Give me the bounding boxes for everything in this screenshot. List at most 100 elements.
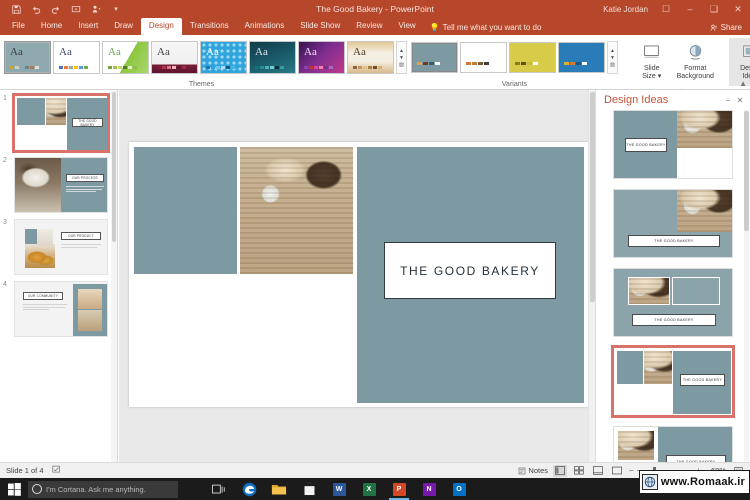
panel-close-icon[interactable]: ✕ [734, 96, 746, 105]
variant-swatches [417, 62, 440, 65]
slide-photo-bread[interactable] [240, 147, 353, 274]
variant-thumbnail[interactable] [558, 42, 605, 73]
variants-group-label: Variants [501, 81, 528, 88]
themes-gallery-more-button[interactable]: ▲ ▼ ▧ [396, 41, 407, 74]
theme-thumbnail[interactable]: Aa [347, 41, 394, 74]
redo-icon[interactable] [46, 1, 66, 18]
view-slide-show-button[interactable] [610, 465, 624, 477]
panel-options-icon[interactable]: − [722, 96, 734, 105]
slide-title-box[interactable]: THE GOOD BAKERY [384, 242, 556, 299]
edge-icon[interactable] [234, 478, 264, 500]
variants-gallery-more-button[interactable]: ▲ ▼ ▧ [607, 41, 618, 74]
undo-icon[interactable] [26, 1, 46, 18]
user-account-name[interactable]: Katie Jordan [603, 5, 654, 14]
design-idea-4[interactable]: THE GOOD BAKERY [611, 345, 735, 418]
canvas-scrollbar[interactable] [588, 90, 595, 462]
variant-thumbnail[interactable] [509, 42, 556, 73]
outlook-icon[interactable]: O [444, 478, 474, 500]
format-background-button[interactable]: Format Background [674, 38, 718, 86]
slide-thumbnail-1[interactable]: 1 THE GOOD BAKERY [3, 93, 111, 153]
tab-slide-show[interactable]: Slide Show [292, 18, 348, 35]
theme-thumbnail[interactable]: Aa [4, 41, 51, 74]
notes-icon [519, 467, 526, 474]
theme-preview-text: Aa [108, 46, 121, 58]
slide-panel-scrollbar[interactable] [111, 90, 117, 462]
variants-group: ▲ ▼ ▧ Variants [407, 35, 622, 90]
start-presentation-icon[interactable] [66, 1, 86, 18]
cortana-icon [32, 484, 42, 494]
theme-thumbnail[interactable]: Aa [102, 41, 149, 74]
theme-thumbnail[interactable]: Aa [53, 41, 100, 74]
themes-gallery: Aa Aa Aa Aa Aa Aa Aa Aa ▲ ▼ ▧ [4, 41, 407, 74]
design-idea-2[interactable]: THE GOOD BAKERY [613, 189, 733, 258]
mini-title-label: OUR PROCESS [66, 174, 104, 182]
design-idea-3[interactable]: THE GOOD BAKERY [613, 268, 733, 337]
tab-view[interactable]: View [391, 18, 424, 35]
customize-qat-icon[interactable]: ▾ [106, 1, 126, 18]
close-icon[interactable]: ✕ [726, 0, 750, 18]
status-left: Slide 1 of 4 [0, 465, 61, 476]
notes-button[interactable]: Notes [518, 466, 548, 475]
view-slide-sorter-button[interactable] [572, 465, 586, 477]
slide-counter[interactable]: Slide 1 of 4 [6, 466, 44, 475]
current-slide[interactable]: THE GOOD BAKERY [129, 142, 589, 407]
theme-preview-text: Aa [157, 46, 170, 58]
design-ideas-icon [742, 40, 750, 64]
tab-design[interactable]: Design [140, 18, 182, 35]
save-icon[interactable] [6, 1, 26, 18]
design-ideas-scrollbar[interactable] [744, 110, 749, 462]
ribbon-display-options-icon[interactable]: ☐ [654, 0, 678, 18]
tab-draw[interactable]: Draw [106, 18, 141, 35]
share-button[interactable]: Share [706, 22, 746, 33]
mini-photo-community-2 [78, 310, 102, 331]
slide-photo-macarons[interactable] [134, 277, 353, 403]
tell-me-box[interactable]: 💡 Tell me what you want to do [424, 20, 548, 35]
theme-thumbnail[interactable]: Aa [151, 41, 198, 74]
collapse-ribbon-icon[interactable]: ▲ [739, 79, 747, 88]
tab-animations[interactable]: Animations [237, 18, 293, 35]
slide-thumbnail-3[interactable]: 3 OUR PRODUCT [3, 219, 111, 275]
cortana-search-box[interactable]: I'm Cortana. Ask me anything. [28, 480, 178, 498]
spell-check-icon[interactable] [51, 465, 61, 476]
powerpoint-icon[interactable]: P [384, 478, 414, 500]
touch-mode-icon[interactable] [86, 1, 106, 18]
variant-thumbnail[interactable] [460, 42, 507, 73]
tab-home[interactable]: Home [33, 18, 70, 35]
file-explorer-icon[interactable] [264, 478, 294, 500]
slide-thumbnail-4[interactable]: 4 OUR COMMUNITY [3, 281, 111, 337]
theme-thumbnail[interactable]: Aa [298, 41, 345, 74]
slide-number: 3 [3, 219, 7, 226]
notes-label: Notes [528, 466, 548, 475]
slide-size-button[interactable]: Slide Size ▾ [630, 38, 674, 86]
idea1-photo-bread [677, 111, 732, 148]
tab-review[interactable]: Review [348, 18, 390, 35]
word-icon[interactable]: W [324, 478, 354, 500]
design-idea-5[interactable]: THE GOOD BAKERY [613, 426, 733, 462]
view-reading-button[interactable] [591, 465, 605, 477]
scrollbar-thumb[interactable] [744, 111, 749, 231]
design-idea-1[interactable]: THE GOOD BAKERY [613, 110, 733, 179]
onenote-icon[interactable]: N [414, 478, 444, 500]
zoom-out-button[interactable]: − [629, 466, 634, 475]
slide-thumbnail-panel: 1 THE GOOD BAKERY 2 OUR PROCESS 3 OUR PR… [0, 90, 118, 462]
idea4-photo-macaron [617, 385, 672, 414]
maximize-icon[interactable]: ❑ [702, 0, 726, 18]
store-icon[interactable] [294, 478, 324, 500]
theme-thumbnail[interactable]: Aa [249, 41, 296, 74]
chevron-down-icon: ▼ [610, 54, 615, 61]
globe-icon [641, 474, 658, 490]
windows-start-icon[interactable] [0, 478, 28, 500]
scrollbar-thumb[interactable] [112, 92, 116, 242]
slide-thumbnail-2[interactable]: 2 OUR PROCESS [3, 157, 111, 213]
tab-transitions[interactable]: Transitions [182, 18, 237, 35]
tab-file[interactable]: File [4, 18, 33, 35]
powerpoint-window: ▾ The Good Bakery - PowerPoint Katie Jor… [0, 0, 750, 500]
task-view-icon[interactable] [204, 478, 234, 500]
variant-thumbnail[interactable] [411, 42, 458, 73]
minimize-icon[interactable]: – [678, 0, 702, 18]
view-normal-button[interactable] [553, 464, 567, 477]
tab-insert[interactable]: Insert [70, 18, 106, 35]
theme-thumbnail[interactable]: Aa [200, 41, 247, 74]
slide-teal-block[interactable] [134, 147, 237, 274]
excel-icon[interactable]: X [354, 478, 384, 500]
